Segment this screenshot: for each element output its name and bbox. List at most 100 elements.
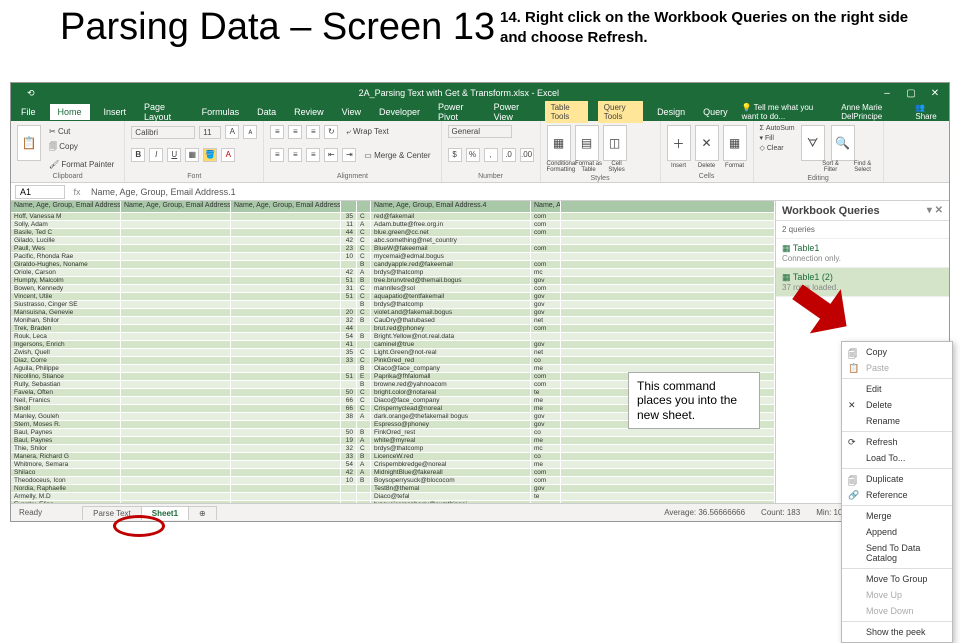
- bold-icon[interactable]: B: [131, 148, 145, 162]
- align-right-icon[interactable]: ≡: [306, 148, 320, 162]
- autosum-button[interactable]: Σ AutoSum: [760, 125, 795, 132]
- query-item[interactable]: ▦ Table1 Connection only.: [776, 239, 949, 268]
- minimize-icon[interactable]: –: [879, 88, 895, 99]
- orient-icon[interactable]: ↻: [324, 125, 338, 139]
- menu-load-to[interactable]: Load To...: [842, 450, 952, 466]
- currency-icon[interactable]: $: [448, 148, 462, 162]
- indent-inc-icon[interactable]: ⇥: [342, 148, 356, 162]
- menu-rename[interactable]: Rename: [842, 413, 952, 429]
- table-row[interactable]: Zwish, Quell35CLight.Green@not-realnet: [11, 349, 775, 357]
- italic-icon[interactable]: I: [149, 148, 163, 162]
- table-row[interactable]: Trek, Braden44brut.red@phoneycom: [11, 325, 775, 333]
- menu-show-peek[interactable]: Show the peek: [842, 624, 952, 640]
- table-row[interactable]: Giraldo-Hughes, NonameBcandyapple.red@fa…: [11, 261, 775, 269]
- cut-button[interactable]: ✂ Cut: [45, 125, 118, 138]
- close-icon[interactable]: ✕: [927, 88, 943, 99]
- align-bot-icon[interactable]: ≡: [306, 125, 320, 139]
- align-mid-icon[interactable]: ≡: [288, 125, 302, 139]
- table-row[interactable]: Gilado, Lucille42Cabc.something@net_coun…: [11, 237, 775, 245]
- fx-icon[interactable]: fx: [69, 187, 85, 197]
- delete-cell-button[interactable]: ✕: [695, 125, 719, 161]
- font-color-icon[interactable]: A: [221, 148, 235, 162]
- number-format[interactable]: General: [448, 125, 512, 138]
- tab-developer[interactable]: Developer: [375, 104, 424, 120]
- percent-icon[interactable]: %: [466, 148, 480, 162]
- font-family[interactable]: Calibri: [131, 126, 195, 139]
- grow-font-icon[interactable]: A: [225, 125, 239, 139]
- table-row[interactable]: Baul, Paynes50BFinkOred_restco: [11, 429, 775, 437]
- table-row[interactable]: Siustrasso, Cinger SEBbrdys@thatcompgov: [11, 301, 775, 309]
- fill-button[interactable]: ▾ Fill: [760, 134, 795, 142]
- table-row[interactable]: Solly, Adam11AAdam.butte@free.org.incom: [11, 221, 775, 229]
- format-cell-button[interactable]: ▦: [723, 125, 747, 161]
- inc-dec-icon[interactable]: .0: [502, 148, 516, 162]
- tab-query[interactable]: Query: [699, 104, 732, 120]
- table-row[interactable]: Oriole, Carson42Abrdys@thatcompmc: [11, 269, 775, 277]
- menu-edit[interactable]: Edit: [842, 381, 952, 397]
- table-row[interactable]: Monihan, Shilor32BCauDry@thatubasednet: [11, 317, 775, 325]
- format-painter-button[interactable]: 🖌 Format Painter: [45, 158, 118, 171]
- tab-file[interactable]: File: [17, 104, 40, 120]
- table-row[interactable]: Vincent, Utile51Caquapatio@tentfakemailg…: [11, 293, 775, 301]
- border-icon[interactable]: ▦: [185, 148, 199, 162]
- format-table-button[interactable]: ▤: [575, 125, 599, 161]
- tab-review[interactable]: Review: [290, 104, 328, 120]
- table-row[interactable]: Nordia, RaphaelleTest8n@themalgov: [11, 485, 775, 493]
- restore-icon[interactable]: ▢: [903, 88, 919, 99]
- tell-me[interactable]: 💡 Tell me what you want to do...: [742, 103, 832, 121]
- menu-copy[interactable]: 🗐Copy: [842, 344, 952, 360]
- dec-dec-icon[interactable]: .00: [520, 148, 534, 162]
- font-size[interactable]: 11: [199, 126, 221, 139]
- cond-format-button[interactable]: ▦: [547, 125, 571, 161]
- new-sheet-button[interactable]: ⊕: [188, 506, 217, 520]
- clear-button[interactable]: ◇ Clear: [760, 144, 795, 152]
- align-left-icon[interactable]: ≡: [270, 148, 284, 162]
- table-row[interactable]: Pacific, Rhonda Rae10Cmycemai@edmal.bogu…: [11, 253, 775, 261]
- menu-move-group[interactable]: Move To Group: [842, 571, 952, 587]
- tab-data[interactable]: Data: [253, 104, 280, 120]
- table-row[interactable]: Diaz, Corre33CPinkGred_redco: [11, 357, 775, 365]
- menu-delete[interactable]: ✕Delete: [842, 397, 952, 413]
- table-row[interactable]: Theodoceus, Icon10BBoysoperrysuck@blococ…: [11, 477, 775, 485]
- table-row[interactable]: Ingersons, Enrich41caminel@truegov: [11, 341, 775, 349]
- table-row[interactable]: Thie, Shilor32Cbrdys@thatcompmc: [11, 445, 775, 453]
- tab-view[interactable]: View: [338, 104, 365, 120]
- wrap-text-button[interactable]: ⤶ Wrap Text: [342, 125, 392, 139]
- table-row[interactable]: Rouk, Leca54BBright.Yellow@not.real.data: [11, 333, 775, 341]
- table-row[interactable]: Paull, Wes23CBlueW@fakeemailcom: [11, 245, 775, 253]
- menu-refresh[interactable]: ⟳Refresh: [842, 434, 952, 450]
- align-top-icon[interactable]: ≡: [270, 125, 284, 139]
- comma-icon[interactable]: ,: [484, 148, 498, 162]
- tab-design[interactable]: Design: [653, 104, 689, 120]
- formula-input[interactable]: Name, Age, Group, Email Address.1: [85, 186, 949, 198]
- menu-duplicate[interactable]: 🗐Duplicate: [842, 471, 952, 487]
- table-row[interactable]: Baul, Paynes19Awhite@myrealme: [11, 437, 775, 445]
- table-row[interactable]: Shilaco42AMidnightBlue@fakereallcom: [11, 469, 775, 477]
- insert-cell-button[interactable]: ＋: [667, 125, 691, 161]
- table-row[interactable]: Hoff, Vanessa M35Cred@fakemailcom: [11, 213, 775, 221]
- find-select-button[interactable]: 🔍: [831, 125, 855, 161]
- table-row[interactable]: Bowen, Kennedy31Cmannlles@solcom: [11, 285, 775, 293]
- shrink-font-icon[interactable]: ᴀ: [243, 125, 257, 139]
- sort-filter-button[interactable]: ᗊ: [801, 125, 825, 161]
- table-row[interactable]: Mansuisna, Genevie20Cviolet.and@fakemail…: [11, 309, 775, 317]
- underline-icon[interactable]: U: [167, 148, 181, 162]
- account-name[interactable]: Anne Marie DelPrincipe: [841, 103, 905, 121]
- menu-reference[interactable]: 🔗Reference: [842, 487, 952, 503]
- share-button[interactable]: 👥 Share: [915, 103, 941, 121]
- tab-insert[interactable]: Insert: [100, 104, 131, 120]
- tab-formulas[interactable]: Formulas: [198, 104, 244, 120]
- fill-color-icon[interactable]: 🪣: [203, 148, 217, 162]
- table-row[interactable]: Basile, Ted C44Cblue.green@cc.netcom: [11, 229, 775, 237]
- menu-send-catalog[interactable]: Send To Data Catalog: [842, 540, 952, 566]
- table-row[interactable]: Humpty, Malcolm51Btree.brunvtred@themail…: [11, 277, 775, 285]
- grid-area[interactable]: Name, Age, Group, Email Address.1 Name, …: [11, 201, 775, 503]
- pane-close-icon[interactable]: ▾ ✕: [927, 205, 943, 216]
- table-row[interactable]: Whitmore, Semara54ACrispembkredge@noreal…: [11, 461, 775, 469]
- copy-button[interactable]: 🗐 Copy: [45, 139, 118, 157]
- paste-button[interactable]: 📋: [17, 125, 41, 161]
- merge-center-button[interactable]: ▭ Merge & Center: [360, 149, 434, 162]
- tab-home[interactable]: Home: [50, 104, 90, 120]
- table-row[interactable]: Armelly, M.DDiaco@tefalte: [11, 493, 775, 501]
- indent-dec-icon[interactable]: ⇤: [324, 148, 338, 162]
